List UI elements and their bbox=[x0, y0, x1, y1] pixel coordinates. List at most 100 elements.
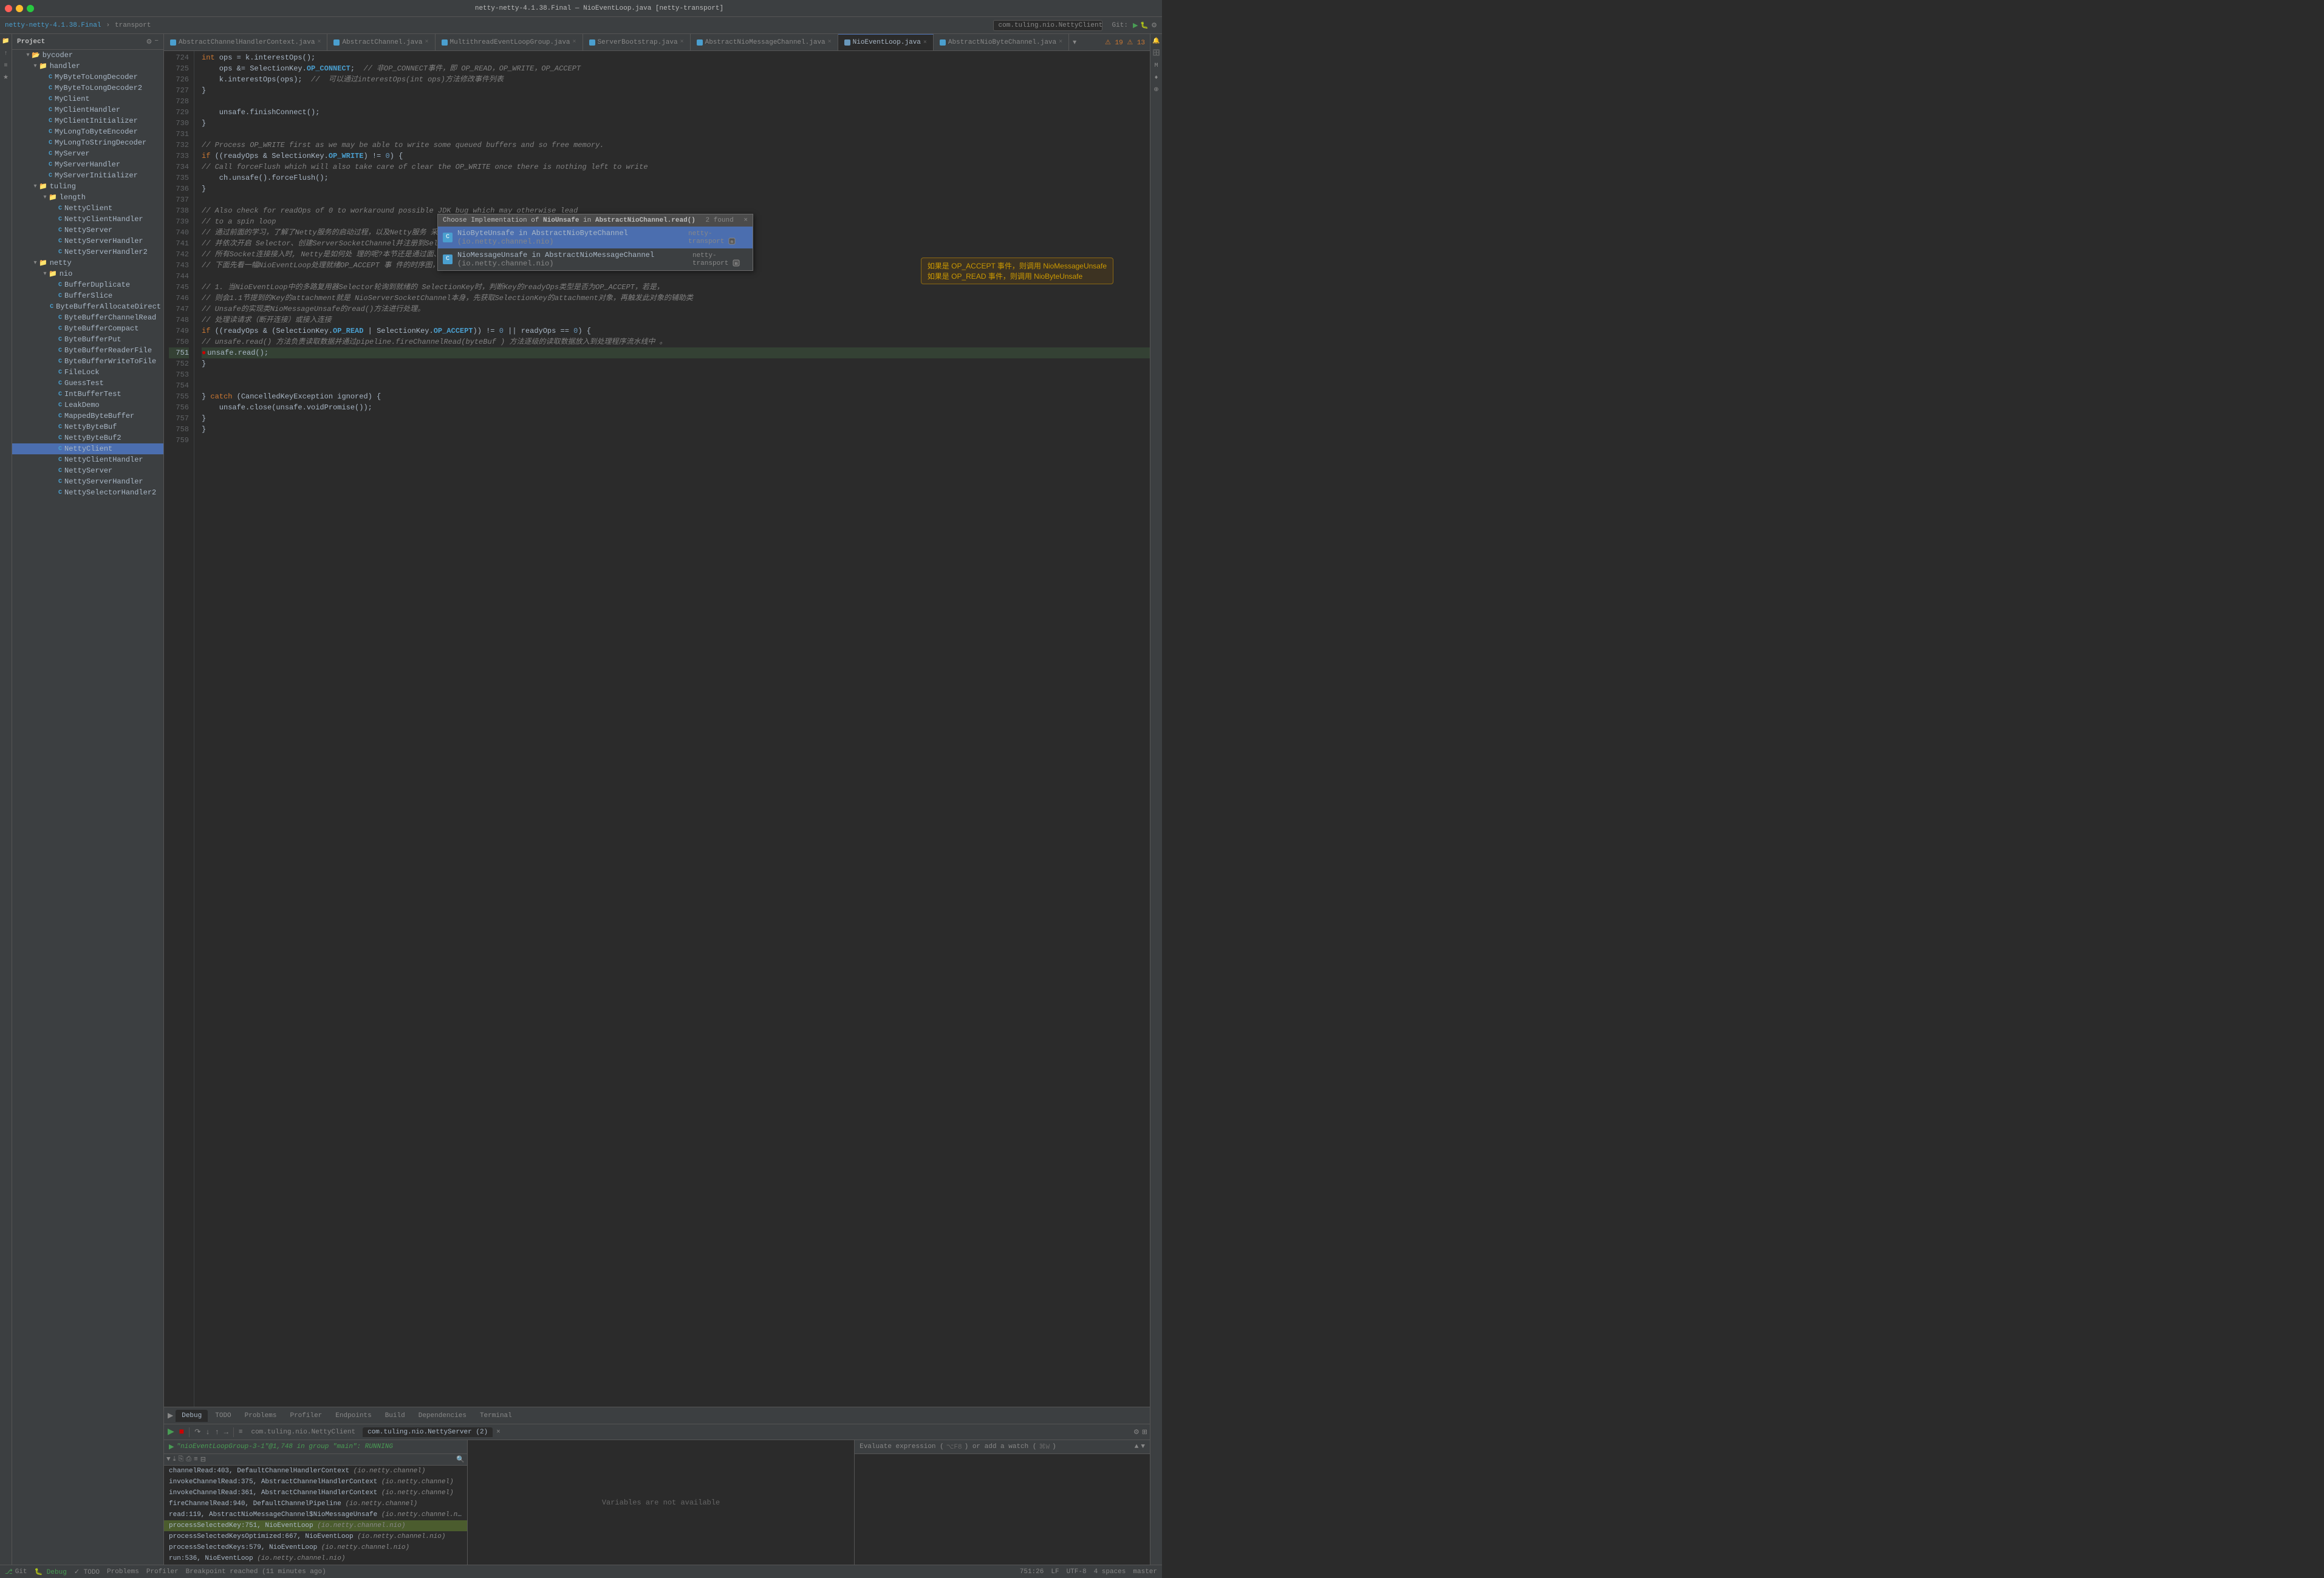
tree-item-NettyServerHandler1[interactable]: C NettyServerHandler bbox=[12, 236, 163, 247]
tab-NioEventLoop[interactable]: NioEventLoop.java × bbox=[838, 34, 934, 51]
tab-close-icon[interactable]: × bbox=[317, 39, 321, 46]
tab-ServerBootstrap[interactable]: ServerBootstrap.java × bbox=[583, 34, 691, 51]
popup-item-1[interactable]: C NioMessageUnsafe in AbstractNioMessage… bbox=[438, 248, 753, 270]
tree-item-ByteBufferCompact[interactable]: C ByteBufferCompact bbox=[12, 323, 163, 334]
tab-close-icon[interactable]: × bbox=[680, 39, 684, 46]
tree-item-IntBufferTest[interactable]: C IntBufferTest bbox=[12, 389, 163, 400]
tree-item-NettyByteBuf[interactable]: C NettyByteBuf bbox=[12, 422, 163, 432]
settings-icon[interactable]: ⚙ bbox=[1151, 21, 1157, 30]
tree-item-LeakDemo[interactable]: C LeakDemo bbox=[12, 400, 163, 411]
debug-icon[interactable]: 🐛 bbox=[1140, 21, 1149, 30]
tab-AbstractChannelHandlerContext[interactable]: AbstractChannelHandlerContext.java × bbox=[164, 34, 327, 51]
tree-item-MappedByteBuffer[interactable]: C MappedByteBuffer bbox=[12, 411, 163, 422]
run-to-cursor-icon[interactable]: → bbox=[223, 1427, 230, 1438]
debug-play-icon[interactable]: ▶ bbox=[166, 1426, 176, 1438]
tab-overflow[interactable]: ▾ bbox=[1069, 38, 1080, 47]
tree-item-MyServerHandler[interactable]: C MyServerHandler bbox=[12, 159, 163, 170]
tree-item-NettySelectorHandler2[interactable]: C NettySelectorHandler2 bbox=[12, 487, 163, 498]
stack-frame-5-current[interactable]: processSelectedKey:751, NioEventLoop (io… bbox=[164, 1520, 467, 1531]
stack-frame-2[interactable]: invokeChannelRead:361, AbstractChannelHa… bbox=[164, 1487, 467, 1498]
panel-collapse-icon[interactable]: − bbox=[154, 38, 159, 46]
bottom-tab-endpoints[interactable]: Endpoints bbox=[329, 1410, 377, 1422]
tab-AbstractChannel[interactable]: AbstractChannel.java × bbox=[327, 34, 435, 51]
tree-item-GuessTest[interactable]: C GuessTest bbox=[12, 378, 163, 389]
profiler-status[interactable]: Profiler bbox=[146, 1568, 179, 1576]
todo-status[interactable]: ✓ TODO bbox=[74, 1568, 100, 1576]
myBatis-icon[interactable]: M bbox=[1152, 61, 1161, 70]
popup-close-icon[interactable]: × bbox=[743, 217, 748, 224]
database-icon[interactable]: 🗄 bbox=[1152, 49, 1161, 58]
search-icon[interactable]: 🔍 bbox=[456, 1455, 465, 1464]
copy-icon[interactable]: ⎘ bbox=[178, 1456, 183, 1463]
bottom-tab-build[interactable]: Build bbox=[379, 1410, 411, 1422]
tree-item-handler[interactable]: ▾ 📁 handler bbox=[12, 61, 163, 72]
stack-frame-0[interactable]: channelRead:403, DefaultChannelHandlerCo… bbox=[164, 1466, 467, 1477]
layout-icon[interactable]: ⊞ bbox=[1142, 1428, 1147, 1436]
expand-icon[interactable]: ▲ bbox=[1135, 1443, 1139, 1450]
project-icon[interactable]: 📁 bbox=[1, 36, 11, 46]
tree-item-tuling[interactable]: ▾ 📁 tuling bbox=[12, 181, 163, 192]
tree-item-nio[interactable]: ▾ 📁 nio bbox=[12, 268, 163, 279]
export-icon[interactable]: ⤓ bbox=[173, 1456, 176, 1463]
tree-item-BufferDuplicate[interactable]: C BufferDuplicate bbox=[12, 279, 163, 290]
tab-close-icon[interactable]: × bbox=[425, 39, 428, 46]
tab-AbstractNioMessageChannel[interactable]: AbstractNioMessageChannel.java × bbox=[691, 34, 838, 51]
tab-AbstractNioByteChannel[interactable]: AbstractNioByteChannel.java × bbox=[934, 34, 1069, 51]
stack-frame-6[interactable]: processSelectedKeysOptimized:667, NioEve… bbox=[164, 1531, 467, 1542]
stack-frame-9[interactable]: run:931, SingleThreadEventExecutor$5 (io… bbox=[164, 1564, 467, 1565]
bottom-tab-todo[interactable]: TODO bbox=[209, 1410, 237, 1422]
debug-status[interactable]: 🐛 Debug bbox=[35, 1568, 67, 1576]
settings-icon-debug[interactable]: ⚙ bbox=[1133, 1428, 1140, 1436]
search-box[interactable]: com.tuling.nio.NettyClient bbox=[993, 20, 1102, 31]
restservices-icon[interactable]: ⊕ bbox=[1152, 85, 1161, 95]
collapse-icon[interactable]: ▼ bbox=[1141, 1443, 1145, 1450]
tree-item-NettyByteBuf2[interactable]: C NettyByteBuf2 bbox=[12, 432, 163, 443]
bottom-tab-terminal[interactable]: Terminal bbox=[474, 1410, 518, 1422]
tab-close-icon[interactable]: × bbox=[923, 39, 927, 46]
stack-frame-3[interactable]: fireChannelRead:940, DefaultChannelPipel… bbox=[164, 1498, 467, 1509]
close-button[interactable] bbox=[5, 5, 12, 12]
debug-subtab-nettyclient[interactable]: com.tuling.nio.NettyClient bbox=[246, 1427, 360, 1437]
tree-item-MyClientInitializer[interactable]: C MyClientInitializer bbox=[12, 115, 163, 126]
bottom-tab-profiler[interactable]: Profiler bbox=[284, 1410, 328, 1422]
step-into-icon[interactable]: ↓ bbox=[204, 1427, 211, 1438]
tree-item-MyClientHandler[interactable]: C MyClientHandler bbox=[12, 104, 163, 115]
project-selector[interactable]: netty-netty-4.1.38.Final bbox=[5, 22, 101, 29]
tree-item-NettyClient-selected[interactable]: C NettyClient bbox=[12, 443, 163, 454]
tree-item-ByteBufferChannelRead[interactable]: C ByteBufferChannelRead bbox=[12, 312, 163, 323]
stack-frame-1[interactable]: invokeChannelRead:375, AbstractChannelHa… bbox=[164, 1477, 467, 1487]
debug-run-icon[interactable]: ▶ bbox=[166, 1410, 174, 1421]
tree-item-NettyServerHandler3[interactable]: C NettyServerHandler bbox=[12, 476, 163, 487]
minimize-button[interactable] bbox=[16, 5, 23, 12]
panel-settings-icon[interactable]: ⚙ bbox=[146, 38, 152, 46]
bottom-tab-debug[interactable]: Debug bbox=[176, 1410, 208, 1422]
run-icon[interactable]: ▶ bbox=[1133, 21, 1138, 30]
tree-item-BufferSlice[interactable]: C BufferSlice bbox=[12, 290, 163, 301]
tree-item-ByteBufferWriteToFile[interactable]: C ByteBufferWriteToFile bbox=[12, 356, 163, 367]
stack-frame-7[interactable]: processSelectedKeys:579, NioEventLoop (i… bbox=[164, 1542, 467, 1553]
tab-close-icon[interactable]: × bbox=[1059, 39, 1062, 46]
copy2-icon[interactable]: ⎙ bbox=[186, 1456, 191, 1463]
debug-stop-icon[interactable]: ■ bbox=[178, 1426, 185, 1438]
structure-icon[interactable]: ≡ bbox=[1, 61, 11, 70]
tree-item-NettyServer2[interactable]: C NettyServer bbox=[12, 465, 163, 476]
problems-status[interactable]: Problems bbox=[107, 1568, 139, 1576]
implementation-chooser-popup[interactable]: Choose Implementation of NioUnsafe in Ab… bbox=[437, 214, 753, 271]
tree-item-NettyClientHandler1[interactable]: C NettyClientHandler bbox=[12, 214, 163, 225]
filter-frames-icon[interactable]: ⊟ bbox=[200, 1455, 206, 1464]
tree-item-netty[interactable]: ▾ 📁 netty bbox=[12, 258, 163, 268]
bottom-tab-problems[interactable]: Problems bbox=[239, 1410, 283, 1422]
maven-icon[interactable]: ♦ bbox=[1152, 73, 1161, 83]
maximize-button[interactable] bbox=[27, 5, 34, 12]
tree-item-MyLongToStringDecoder[interactable]: C MyLongToStringDecoder bbox=[12, 137, 163, 148]
tree-item-MyByteToLongDecoder[interactable]: C MyByteToLongDecoder bbox=[12, 72, 163, 83]
tab-close-icon[interactable]: × bbox=[828, 39, 832, 46]
notifications-icon[interactable]: 🔔 bbox=[1152, 36, 1161, 46]
tree-item-NettyServerHandler2[interactable]: C NettyServerHandler2 bbox=[12, 247, 163, 258]
tree-item-MyLongToByteEncoder[interactable]: C MyLongToByteEncoder bbox=[12, 126, 163, 137]
tree-item-MyServerInitializer[interactable]: C MyServerInitializer bbox=[12, 170, 163, 181]
tree-item-ByteBufferPut[interactable]: C ByteBufferPut bbox=[12, 334, 163, 345]
tree-item-NettyServer1[interactable]: C NettyServer bbox=[12, 225, 163, 236]
stack-frame-8[interactable]: run:536, NioEventLoop (io.netty.channel.… bbox=[164, 1553, 467, 1564]
commit-icon[interactable]: ↑ bbox=[1, 49, 11, 58]
